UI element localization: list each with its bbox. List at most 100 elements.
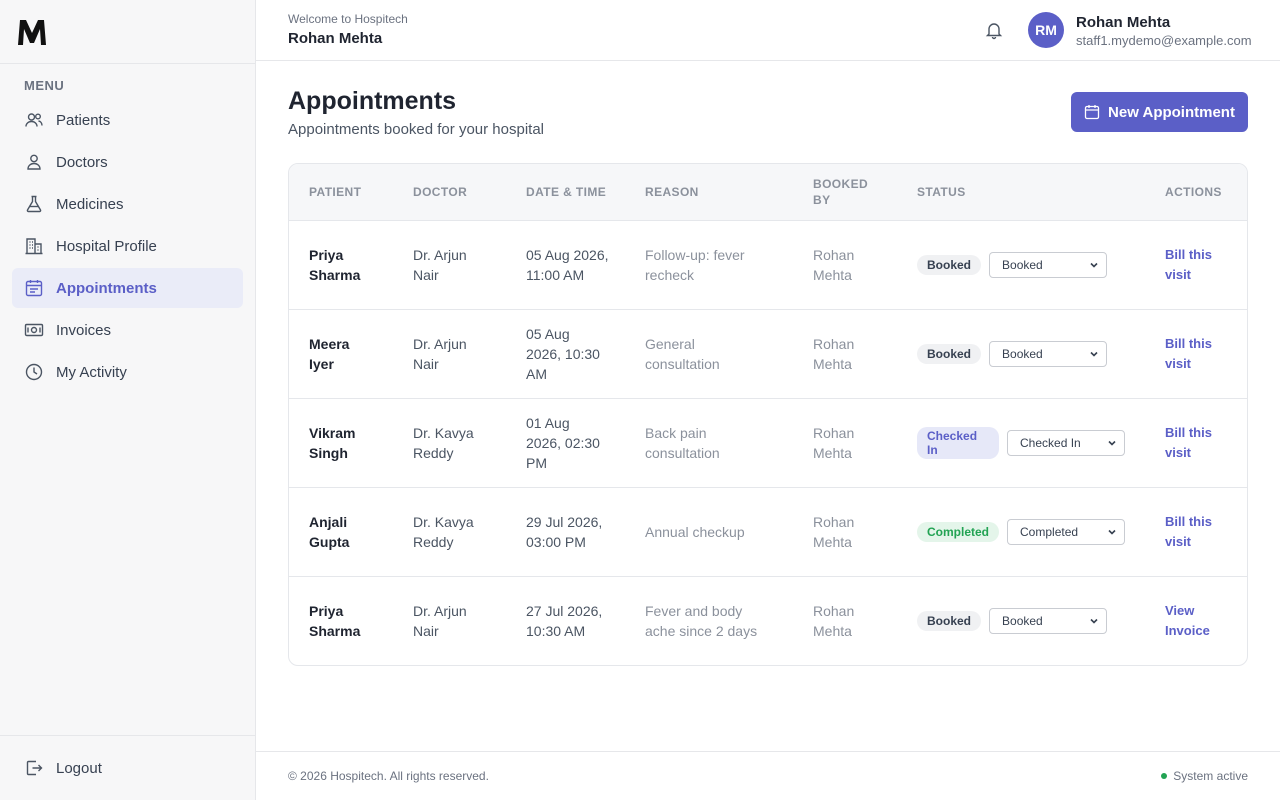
sidebar-item-label: Doctors [56,153,108,171]
status-select[interactable]: Booked [989,251,1108,278]
avatar[interactable]: RM [1028,12,1064,48]
flask-icon [26,195,42,213]
sidebar-item-invoices[interactable]: Invoices [12,310,243,350]
status-badge: Booked [917,610,982,631]
bill-visit-link[interactable]: Bill this visit [1145,398,1247,487]
sidebar-item-doctors[interactable]: Doctors [12,142,243,182]
building-icon [25,238,43,255]
status-cell: Completed Completed [897,487,1145,576]
appointment-datetime: 05 Aug 2026, 10:30 AM [526,325,600,382]
menu-title: MENU [24,78,65,93]
table-row: Meera Iyer Dr. Arjun Nair 05 Aug 2026, 1… [289,309,1247,398]
system-status: System active [1161,769,1248,783]
status-badge: Checked In [917,426,999,459]
column-header: DATE & TIME [526,184,607,199]
status-select[interactable]: Checked In [1007,429,1125,456]
column-header: ACTIONS [1165,184,1222,199]
status-select-value: Booked [1002,613,1043,628]
appointment-reason: Annual checkup [645,523,745,540]
sidebar-item-label: Medicines [56,195,124,213]
page-subtitle: Appointments booked for your hospital [288,121,544,138]
status-cell: Booked Booked [897,309,1145,398]
status-select[interactable]: Booked [989,340,1108,367]
sidebar-nav: Patients Doctors Medicines Hospital Prof… [0,100,255,392]
doctor-name: Dr. Kavya Reddy [413,424,474,461]
logo-icon [18,19,46,45]
sidebar-item-label: Hospital Profile [56,237,157,255]
new-appointment-label: New Appointment [1108,103,1235,121]
logo[interactable] [0,0,255,64]
status-select[interactable]: Completed [1007,518,1126,545]
column-header: STATUS [917,184,966,199]
appointments-table: PATIENT DOCTOR DATE & TIME REASON BOOKED… [288,163,1248,666]
copyright-text: © 2026 Hospitech. All rights reserved. [288,769,489,783]
system-status-label: System active [1173,769,1248,783]
clock-icon [25,363,43,381]
status-badge: Booked [917,343,982,364]
doctor-name: Dr. Arjun Nair [413,602,467,639]
patient-name: Priya Sharma [309,246,361,283]
view-invoice-link[interactable]: View Invoice [1145,576,1247,665]
user-email: staff1.mydemo@example.com [1076,33,1252,48]
appointment-reason: Follow-up: fever recheck [645,246,745,283]
new-appointment-button[interactable]: New Appointment [1071,92,1248,132]
sidebar-item-medicines[interactable]: Medicines [12,184,243,224]
patient-name: Priya Sharma [309,602,361,639]
patient-name: Meera Iyer [309,335,350,372]
chevron-down-icon [1090,262,1098,268]
logout-icon [26,760,43,776]
table-row: Anjali Gupta Dr. Kavya Reddy 29 Jul 2026… [289,487,1247,576]
status-cell: Checked In Checked In [897,398,1145,487]
bill-visit-link[interactable]: Bill this visit [1145,309,1247,398]
doctor-name: Dr. Arjun Nair [413,335,467,372]
booked-by: Rohan Mehta [813,424,855,461]
chevron-down-icon [1108,440,1116,446]
table-row: Vikram Singh Dr. Kavya Reddy 01 Aug 2026… [289,398,1247,487]
column-header: REASON [645,184,699,199]
appointment-datetime: 29 Jul 2026, 03:00 PM [526,513,603,550]
column-header: DOCTOR [413,184,468,199]
status-select-value: Booked [1002,346,1043,361]
sidebar-item-appointments[interactable]: Appointments [12,268,243,308]
users-icon [25,113,43,127]
sidebar: MENU Patients Doctors Medicines Hospital… [0,0,256,800]
table-row: Priya Sharma Dr. Arjun Nair 27 Jul 2026,… [289,576,1247,665]
sidebar-item-patients[interactable]: Patients [12,100,243,140]
user-name: Rohan Mehta [1076,14,1171,31]
sidebar-item-label: Appointments [56,279,157,297]
footer: © 2026 Hospitech. All rights reserved. S… [256,751,1280,800]
cash-icon [24,323,44,337]
patient-name: Anjali Gupta [309,513,350,550]
booked-by: Rohan Mehta [813,335,855,372]
sidebar-item-label: Invoices [56,321,112,339]
status-select-value: Completed [1020,524,1079,539]
calendar-icon [1084,105,1100,120]
welcome-name: Rohan Mehta [288,30,383,47]
status-cell: Booked Booked [897,576,1145,665]
booked-by: Rohan Mehta [813,602,855,639]
status-cell: Booked Booked [897,220,1145,309]
status-badge: Completed [917,521,1000,542]
status-select[interactable]: Booked [989,607,1108,634]
sidebar-item-label: My Activity [56,363,127,381]
appointment-reason: Back pain consultation [645,424,720,461]
status-select-value: Booked [1002,257,1043,272]
chevron-down-icon [1090,618,1098,624]
sidebar-item-hospital-profile[interactable]: Hospital Profile [12,226,243,266]
booked-by: Rohan Mehta [813,246,855,283]
appointment-datetime: 05 Aug 2026, 11:00 AM [526,246,609,283]
bill-visit-link[interactable]: Bill this visit [1145,220,1247,309]
welcome-text: Welcome to Hospitech [288,12,408,26]
sidebar-item-my-activity[interactable]: My Activity [12,352,243,392]
status-badge: Booked [917,254,982,275]
column-header: PATIENT [309,184,362,199]
table-row: Priya Sharma Dr. Arjun Nair 05 Aug 2026,… [289,220,1247,309]
bell-icon[interactable] [984,20,1004,40]
patient-name: Vikram Singh [309,424,356,461]
page-title: Appointments [288,87,457,115]
user-icon [27,154,41,170]
doctor-name: Dr. Arjun Nair [413,246,467,283]
logout-button[interactable]: Logout [0,735,255,800]
table-header-row: PATIENT DOCTOR DATE & TIME REASON BOOKED… [289,164,1247,220]
bill-visit-link[interactable]: Bill this visit [1145,487,1247,576]
